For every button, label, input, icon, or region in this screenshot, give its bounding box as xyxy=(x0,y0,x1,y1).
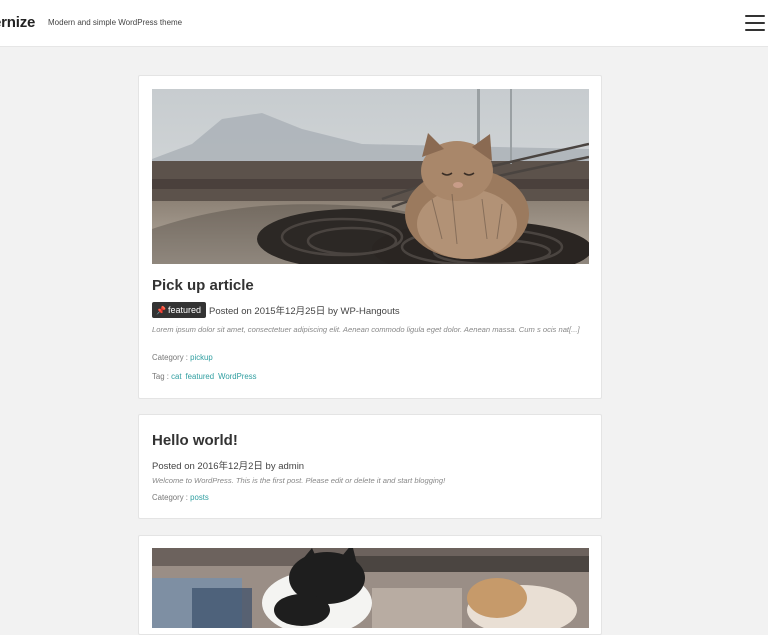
post-excerpt: Lorem ipsum dolor sit amet, consectetuer… xyxy=(152,325,580,334)
post-card: Pick up article 📌 featured Posted on 2015年… xyxy=(138,75,602,399)
hamburger-menu-icon[interactable] xyxy=(745,15,765,31)
category-link[interactable]: posts xyxy=(190,493,209,502)
featured-badge: 📌 featured xyxy=(152,302,206,318)
posted-on: Posted on 2016年12月2日 by admin xyxy=(152,461,305,472)
post-thumbnail[interactable] xyxy=(152,548,589,628)
tag-link[interactable]: WordPress xyxy=(218,372,256,381)
post-title[interactable]: Pick up article xyxy=(152,277,254,294)
post-card xyxy=(138,535,602,635)
tag-link[interactable]: featured xyxy=(185,372,214,381)
tag-link[interactable]: cat xyxy=(171,372,181,381)
category-link[interactable]: pickup xyxy=(190,353,213,362)
category-label: Category : xyxy=(152,493,188,502)
post-meta: 📌 featured Posted on 2015年12月25日 by WP-Han… xyxy=(152,302,400,318)
tag-label: Tag : xyxy=(152,372,169,381)
site-description: Modern and simple WordPress theme xyxy=(48,18,183,27)
category-label: Category : xyxy=(152,353,188,362)
post-thumbnail[interactable] xyxy=(152,89,589,264)
post-card: Hello world! Posted on 2016年12月2日 by adm… xyxy=(138,414,602,519)
cat-photo xyxy=(152,89,589,264)
cats-photo xyxy=(152,548,589,628)
post-title[interactable]: Hello world! xyxy=(152,432,238,449)
post-categories: Category : pickup xyxy=(152,353,217,362)
posted-on: Posted on 2015年12月25日 by WP-Hangouts xyxy=(209,306,400,317)
post-tags: Tag : cat featured WordPress xyxy=(152,372,261,381)
site-header: ernize Modern and simple WordPress theme xyxy=(0,0,768,47)
site-title[interactable]: ernize xyxy=(0,14,35,31)
post-excerpt: Welcome to WordPress. This is the first … xyxy=(152,476,446,485)
post-categories: Category : posts xyxy=(152,493,213,502)
pin-icon: 📌 xyxy=(156,306,166,315)
